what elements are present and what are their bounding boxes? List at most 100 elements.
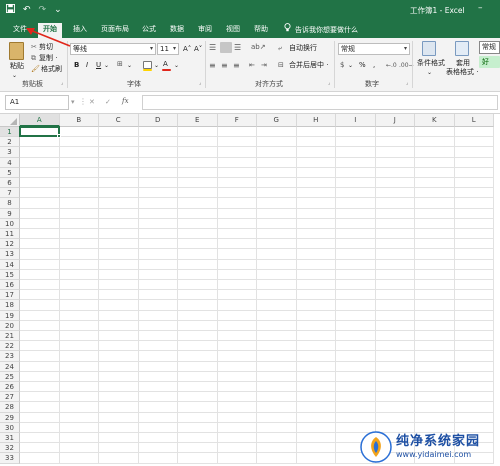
bold-button[interactable]: B [74,61,79,70]
row-header-16[interactable]: 16 [0,280,20,291]
undo-icon[interactable]: ↶ [23,5,31,16]
conditional-formatting-icon[interactable] [422,41,436,56]
paste-icon[interactable] [9,42,24,60]
shrink-font-button[interactable]: A˅ [194,45,202,54]
column-header-h[interactable]: H [296,114,336,127]
enter-icon[interactable]: ✓ [105,98,111,107]
insert-function-icon[interactable]: fx [122,97,129,106]
row-header-12[interactable]: 12 [0,239,20,250]
column-header-j[interactable]: J [375,114,415,127]
column-header-d[interactable]: D [138,114,178,127]
format-as-table-icon[interactable] [455,41,469,56]
row-header-6[interactable]: 6 [0,178,20,189]
row-header-33[interactable]: 33 [0,453,20,464]
tab-formulas[interactable]: 公式 [137,23,161,38]
column-header-l[interactable]: L [454,114,494,127]
orientation-icon[interactable]: ab↗ [251,43,266,52]
row-header-22[interactable]: 22 [0,341,20,352]
italic-button[interactable]: I [86,61,88,70]
worksheet-grid[interactable]: A B C D E F G H I J K L 1 2 3 4 5 6 7 8 9 10 11 12 13 14 15 16 17 18 1… [0,114,500,466]
row-header-1[interactable]: 1 [0,127,20,138]
selected-cell-a1[interactable] [19,126,60,138]
merge-center-button[interactable]: 合并后居中 · [289,61,328,70]
align-middle-icon[interactable] [220,42,232,53]
format-as-table-label-1[interactable]: 套用 [456,59,470,68]
font-launcher-icon[interactable]: ⌟ [199,79,201,88]
row-header-24[interactable]: 24 [0,361,20,372]
row-header-23[interactable]: 23 [0,351,20,362]
row-header-31[interactable]: 31 [0,433,20,444]
tab-home[interactable]: 开始 [38,23,62,38]
select-all-corner[interactable] [0,114,20,127]
paste-button[interactable]: 粘贴 [10,62,24,71]
customize-qat-icon[interactable]: ⌄ [54,5,62,16]
column-header-b[interactable]: B [59,114,99,127]
row-header-9[interactable]: 9 [0,208,20,219]
borders-dropdown-icon[interactable]: ⌄ [127,61,132,70]
row-header-19[interactable]: 19 [0,310,20,321]
column-header-g[interactable]: G [257,114,297,127]
style-good[interactable]: 好 [479,56,500,68]
row-header-20[interactable]: 20 [0,320,20,331]
column-header-c[interactable]: C [99,114,139,127]
cond-format-dropdown-icon[interactable]: ⌄ [427,68,432,77]
increase-decimal-icon[interactable]: ←.0 [386,61,397,70]
name-box[interactable]: A1 [5,95,69,110]
wrap-text-button[interactable]: 自动换行 [289,44,317,53]
row-header-27[interactable]: 27 [0,392,20,403]
row-header-13[interactable]: 13 [0,249,20,260]
align-top-icon[interactable]: ☰ [209,43,216,52]
copy-button[interactable]: 复制 · [39,54,57,63]
row-header-28[interactable]: 28 [0,402,20,413]
font-size-select[interactable]: 11 ▾ [157,43,179,55]
currency-icon[interactable]: $ [340,61,344,70]
underline-dropdown-icon[interactable]: ⌄ [104,61,109,70]
column-header-f[interactable]: F [217,114,257,127]
tab-file[interactable]: 文件 [8,23,32,38]
tab-help[interactable]: 帮助 [249,23,273,38]
cut-button[interactable]: 剪切 [39,43,53,52]
fill-dropdown-icon[interactable]: ⌄ [154,61,159,70]
format-painter-icon[interactable]: 🖌 [31,65,40,74]
comma-button[interactable]: , [373,61,375,70]
clipboard-launcher-icon[interactable]: ⌟ [61,79,63,88]
column-header-i[interactable]: I [336,114,376,127]
row-header-4[interactable]: 4 [0,157,20,168]
row-header-26[interactable]: 26 [0,382,20,393]
minimize-button[interactable]: – [478,3,483,13]
font-color-dropdown-icon[interactable]: ⌄ [174,61,179,70]
row-header-11[interactable]: 11 [0,229,20,240]
style-normal[interactable]: 常规 [479,41,500,54]
font-color-icon[interactable]: A [163,60,168,69]
fill-color-icon[interactable] [143,61,152,69]
column-header-k[interactable]: K [415,114,455,127]
row-header-21[interactable]: 21 [0,331,20,342]
row-header-30[interactable]: 30 [0,422,20,433]
decrease-indent-icon[interactable]: ⇤ [249,61,255,70]
row-header-32[interactable]: 32 [0,443,20,454]
paste-dropdown-icon[interactable]: ⌄ [12,71,17,80]
conditional-formatting-button[interactable]: 条件格式 [417,59,445,68]
row-header-7[interactable]: 7 [0,188,20,199]
format-as-table-button[interactable]: 表格格式 · [446,68,478,77]
name-box-dropdown-icon[interactable]: ▾ [71,98,75,107]
tab-page-layout[interactable]: 页面布局 [96,23,134,38]
cut-icon[interactable]: ✂ [31,43,37,52]
row-header-18[interactable]: 18 [0,300,20,311]
currency-dropdown-icon[interactable]: ⌄ [348,61,353,70]
row-header-17[interactable]: 17 [0,290,20,301]
formula-input[interactable] [142,95,498,110]
percent-button[interactable]: % [359,61,366,70]
number-format-select[interactable]: 常规 ▾ [338,43,410,55]
tell-me-box[interactable]: 告诉我你想要做什么 [284,23,358,36]
borders-icon[interactable]: ⊞ [117,60,123,69]
row-header-29[interactable]: 29 [0,412,20,423]
align-center-icon[interactable]: ≡ [221,61,228,70]
save-icon[interactable] [6,4,15,17]
alignment-launcher-icon[interactable]: ⌟ [328,79,330,88]
increase-indent-icon[interactable]: ⇥ [261,61,267,70]
align-left-icon[interactable]: ≡ [209,61,216,70]
format-painter-button[interactable]: 格式刷 [41,65,62,74]
underline-button[interactable]: U [96,61,101,70]
column-header-e[interactable]: E [178,114,218,127]
